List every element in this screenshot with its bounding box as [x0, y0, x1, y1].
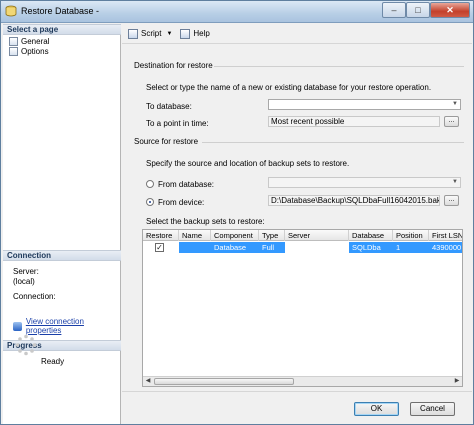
point-in-time-label: To a point in time: [146, 119, 209, 128]
from-device-label: From device: [158, 198, 205, 207]
script-label: Script [141, 29, 162, 38]
backup-sets-table[interactable]: Restore Name Component Type Server Datab… [142, 229, 463, 387]
window-controls: – □ ✕ [382, 2, 470, 18]
from-database-combo: ▼ [268, 177, 461, 188]
backup-sets-label: Select the backup sets to restore: [146, 217, 265, 226]
column-header-first-lsn[interactable]: First LSN [429, 230, 462, 241]
horizontal-scrollbar[interactable]: ◀ ▶ [143, 376, 462, 386]
cell-server [285, 242, 349, 253]
view-connection-properties-label: View connection properties [25, 317, 84, 335]
progress-status: Ready [41, 357, 65, 366]
page-icon [9, 47, 18, 56]
point-in-time-browse-button[interactable]: ... [444, 116, 459, 127]
chevron-down-icon[interactable]: ▼ [450, 100, 460, 109]
to-database-combo[interactable]: ▼ [268, 99, 461, 110]
maximize-button[interactable]: □ [406, 2, 430, 18]
server-value: (local) [13, 277, 35, 286]
database-icon [5, 5, 17, 17]
restore-checkbox[interactable]: ✓ [155, 243, 164, 252]
script-icon [128, 28, 138, 39]
from-device-browse-button[interactable]: ... [444, 195, 459, 206]
window-title: Restore Database - [21, 6, 100, 16]
column-header-name[interactable]: Name [179, 230, 211, 241]
column-header-database[interactable]: Database [349, 230, 393, 241]
title-bar[interactable]: Restore Database - – □ ✕ [1, 1, 473, 23]
dialog-footer: OK Cancel [122, 391, 472, 424]
progress-spinner-icon [15, 334, 37, 356]
column-header-position[interactable]: Position [393, 230, 429, 241]
from-database-label: From database: [158, 180, 215, 189]
scroll-right-icon[interactable]: ▶ [452, 377, 462, 386]
from-database-radio[interactable] [146, 180, 154, 188]
scroll-left-icon[interactable]: ◀ [143, 377, 153, 386]
ok-button[interactable]: OK [354, 402, 399, 416]
from-device-radio[interactable] [146, 198, 154, 206]
source-divider [202, 142, 464, 143]
restore-database-window: Restore Database - – □ ✕ Select a page G… [0, 0, 474, 425]
connection-header: Connection [3, 250, 121, 261]
cell-name [179, 242, 211, 253]
point-in-time-field: Most recent possible [268, 116, 440, 127]
table-header: Restore Name Component Type Server Datab… [143, 230, 462, 241]
cell-position: 1 [393, 242, 429, 253]
main-panel: Script ▼ Help Destination for restore Se… [122, 24, 472, 389]
connection-label: Connection: [13, 292, 56, 301]
close-button[interactable]: ✕ [430, 2, 470, 18]
page-general[interactable]: General [9, 37, 49, 46]
view-connection-properties-link[interactable]: View connection properties [13, 317, 120, 335]
destination-instruction: Select or type the name of a new or exis… [146, 83, 432, 92]
column-header-type[interactable]: Type [259, 230, 285, 241]
page-options[interactable]: Options [9, 47, 49, 56]
table-row[interactable]: ✓ Database Full SQLDba 1 4390000 [143, 242, 462, 253]
from-device-path-field: D:\Database\Backup\SQLDbaFull16042015.ba… [268, 195, 440, 206]
scrollbar-thumb[interactable] [154, 378, 294, 385]
cell-first-lsn: 4390000 [429, 242, 462, 253]
minimize-button[interactable]: – [382, 2, 406, 18]
cell-type: Full [259, 242, 285, 253]
source-instruction: Specify the source and location of backu… [146, 159, 350, 168]
help-label: Help [193, 29, 210, 38]
help-icon [180, 28, 191, 39]
cell-component: Database [211, 242, 259, 253]
column-header-server[interactable]: Server [285, 230, 349, 241]
destination-title: Destination for restore [134, 61, 213, 70]
destination-divider [214, 66, 464, 67]
column-header-restore[interactable]: Restore [143, 230, 179, 241]
properties-icon [13, 321, 22, 331]
source-title: Source for restore [134, 137, 199, 146]
help-button[interactable]: Help [180, 28, 210, 39]
cancel-button[interactable]: Cancel [410, 402, 455, 416]
cell-restore: ✓ [143, 242, 179, 253]
toolbar: Script ▼ Help [122, 24, 472, 44]
chevron-down-icon: ▼ [452, 179, 458, 185]
column-header-component[interactable]: Component [211, 230, 259, 241]
chevron-down-icon[interactable]: ▼ [166, 31, 172, 37]
cell-database: SQLDba [349, 242, 393, 253]
to-database-label: To database: [146, 102, 192, 111]
page-general-label: General [21, 37, 50, 46]
select-page-header: Select a page [3, 24, 121, 35]
page-options-label: Options [21, 47, 49, 56]
script-button[interactable]: Script ▼ [128, 28, 172, 39]
server-label: Server: [13, 267, 39, 276]
page-icon [9, 37, 18, 46]
left-panel: Select a page General Options Connection… [3, 24, 121, 424]
